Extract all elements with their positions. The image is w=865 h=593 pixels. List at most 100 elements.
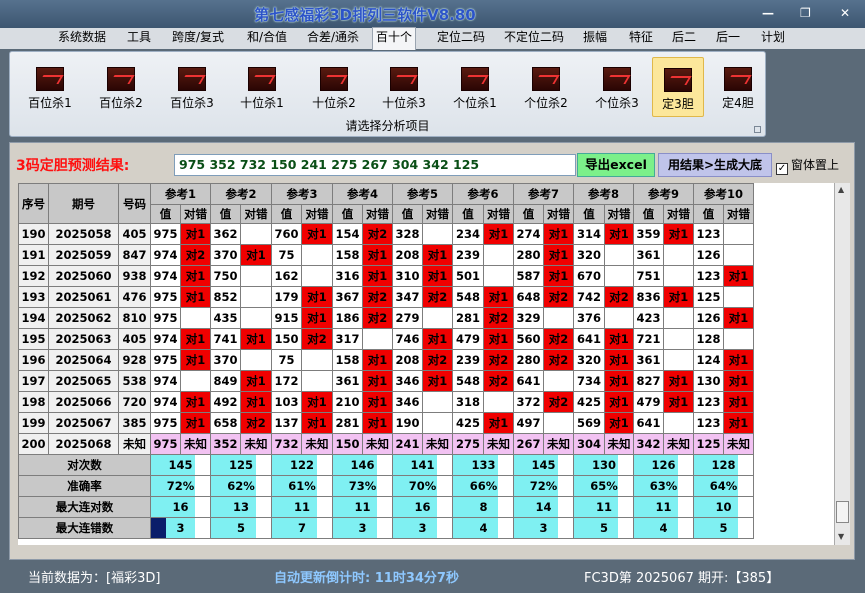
prediction-value-cell: 150 xyxy=(332,433,363,455)
table-row[interactable]: 197 2025065 538 974 849 对1 172 361 对1 346 对1 548 对2 6… xyxy=(18,370,754,392)
scroll-down-icon[interactable]: ▼ xyxy=(838,532,844,541)
ribbon-button[interactable]: 个位杀1 xyxy=(443,57,507,117)
ribbon-button[interactable]: 百位杀3 xyxy=(160,57,224,117)
ribbon-button-label: 定4胆 xyxy=(722,96,754,110)
ribbon-button[interactable]: 十位杀3 xyxy=(372,57,436,117)
table-row[interactable]: 195 2025063 405 974 对1 741 对1 150 对2 317 746 对1 479 对… xyxy=(18,328,754,350)
vertical-scrollbar[interactable]: ▲ ▼ xyxy=(834,183,850,545)
column-header[interactable]: 号码 xyxy=(118,183,151,224)
ribbon-button[interactable]: 百位杀2 xyxy=(89,57,153,117)
menu-item[interactable]: 特征 xyxy=(626,28,656,49)
ribbon-button-label: 定3胆 xyxy=(662,97,694,111)
column-header[interactable]: 序号 xyxy=(18,183,49,224)
ref-header[interactable]: 参考2 xyxy=(210,183,272,205)
table-row-next[interactable]: 200 2025068 未知 975 未知 352 未知 732 未知 150 未知 241 未知 275… xyxy=(18,433,754,455)
menu-item[interactable]: 百十个 xyxy=(372,27,416,50)
ref-header[interactable]: 参考7 xyxy=(513,183,574,205)
ref-value-cell: 741 xyxy=(210,328,241,350)
ref-result-cell: 对2 xyxy=(604,286,634,308)
row-seq: 197 xyxy=(18,370,49,392)
menu-item[interactable]: 和/合值 xyxy=(242,28,292,49)
ref-value-cell: 376 xyxy=(573,307,605,329)
sub-header-result: 对错 xyxy=(604,204,634,224)
ribbon-button[interactable]: 定4胆 xyxy=(712,57,764,117)
close-button[interactable]: ✕ xyxy=(840,6,850,20)
menu-item[interactable]: 系统数据 xyxy=(56,28,108,49)
table-row[interactable]: 199 2025067 385 975 对1 658 对2 137 对1 281 对1 190 425 对… xyxy=(18,412,754,434)
table-row[interactable]: 192 2025060 938 974 对1 750 162 316 对1 310 对1 501 587… xyxy=(18,265,754,287)
menu-item[interactable]: 后一 xyxy=(714,28,742,49)
ref-value-cell: 975 xyxy=(150,223,181,245)
table-row[interactable]: 191 2025059 847 974 对2 370 对1 75 158 对1 208 对1 239 28… xyxy=(18,244,754,266)
menu-item[interactable]: 工具 xyxy=(124,28,154,49)
table-row[interactable]: 193 2025061 476 975 对1 852 179 对1 367 对2 347 对2 548 对… xyxy=(18,286,754,308)
checkbox-check-icon[interactable]: ✓ xyxy=(776,163,788,175)
row-number: 385 xyxy=(118,412,151,434)
ref-header[interactable]: 参考5 xyxy=(392,183,453,205)
ribbon-expand-icon[interactable] xyxy=(754,126,761,133)
stats-value: 11 xyxy=(589,496,619,518)
restore-button[interactable]: ❐ xyxy=(800,6,811,20)
table-row[interactable]: 196 2025064 928 975 对1 370 75 158 对1 208 对2 239 对2 28… xyxy=(18,349,754,371)
ref-header[interactable]: 参考1 xyxy=(150,183,211,205)
menu-item[interactable]: 计划 xyxy=(758,28,788,49)
ref-result-cell: 对1 xyxy=(483,328,514,350)
ref-value-cell: 362 xyxy=(210,223,241,245)
ref-value-cell: 370 xyxy=(210,244,241,266)
ref-header[interactable]: 参考9 xyxy=(633,183,694,205)
ref-result-cell: 对1 xyxy=(723,307,754,329)
row-number: 938 xyxy=(118,265,151,287)
ribbon-button[interactable]: 个位杀2 xyxy=(514,57,578,117)
ref-header[interactable]: 参考6 xyxy=(452,183,514,205)
menu-item[interactable]: 不定位二码 xyxy=(500,28,568,49)
ref-value-cell: 361 xyxy=(332,370,363,392)
export-excel-button[interactable]: 导出excel xyxy=(577,153,655,177)
ref-value-cell: 974 xyxy=(150,265,181,287)
column-header[interactable]: 期号 xyxy=(48,183,119,224)
status-current-data: 当前数据为：[福彩3D] xyxy=(28,571,161,586)
scroll-up-icon[interactable]: ▲ xyxy=(838,185,844,194)
ref-value-cell: 75 xyxy=(271,349,302,371)
ref-header[interactable]: 参考8 xyxy=(573,183,634,205)
table-row[interactable]: 190 2025058 405 975 对1 362 760 对1 154 对2 328 234 对1 2… xyxy=(18,223,754,245)
ribbon-button[interactable]: 十位杀1 xyxy=(230,57,294,117)
unknown-result-cell: 未知 xyxy=(483,433,514,455)
table-row[interactable]: 194 2025062 810 975 435 915 对1 186 对2 279 281 对2 329… xyxy=(18,307,754,329)
row-number: 未知 xyxy=(118,433,151,455)
menu-item[interactable]: 振幅 xyxy=(580,28,610,49)
ref-result-cell: 对1 xyxy=(723,391,754,413)
ref-result-cell: 对1 xyxy=(422,265,453,287)
ref-result-cell: 对2 xyxy=(483,307,514,329)
prediction-result-field[interactable]: 975 352 732 150 241 275 267 304 342 125 xyxy=(174,154,576,176)
ref-value-cell: 239 xyxy=(452,244,484,266)
ref-value-cell: 280 xyxy=(513,349,544,371)
prediction-value-cell: 267 xyxy=(513,433,544,455)
row-seq: 192 xyxy=(18,265,49,287)
stats-value: 7 xyxy=(286,517,318,539)
prediction-label: 3码定胆预测结果: xyxy=(16,158,130,174)
menu-item[interactable]: 后二 xyxy=(670,28,698,49)
menu-item[interactable]: 定位二码 xyxy=(434,28,488,49)
ribbon-button[interactable]: 定3胆 xyxy=(652,57,704,117)
generate-base-button[interactable]: 用结果>生成大底 xyxy=(658,153,772,177)
ref-result-cell xyxy=(604,244,634,266)
ref-result-cell: 对1 xyxy=(723,370,754,392)
scrollbar-thumb[interactable] xyxy=(836,501,849,523)
ref-header[interactable]: 参考10 xyxy=(693,183,754,205)
ref-value-cell: 316 xyxy=(332,265,363,287)
ref-result-cell xyxy=(723,223,754,245)
topmost-checkbox[interactable]: ✓ 窗体置上 xyxy=(776,156,839,175)
minimize-button[interactable]: — xyxy=(762,6,774,20)
table-row[interactable]: 198 2025066 720 974 对1 492 对1 103 对1 210 对1 346 318 3… xyxy=(18,391,754,413)
ref-value-cell: 125 xyxy=(693,286,724,308)
ref-value-cell: 372 xyxy=(513,391,544,413)
ribbon-button[interactable]: 个位杀3 xyxy=(585,57,649,117)
ribbon-button[interactable]: 十位杀2 xyxy=(302,57,366,117)
ref-result-cell xyxy=(723,286,754,308)
ribbon-button[interactable]: 百位杀1 xyxy=(18,57,82,117)
menu-item[interactable]: 合差/通杀 xyxy=(304,28,362,49)
menu-item[interactable]: 跨度/复式 xyxy=(168,28,228,49)
ref-header[interactable]: 参考4 xyxy=(332,183,393,205)
stats-value: 133 xyxy=(468,454,499,476)
ref-header[interactable]: 参考3 xyxy=(271,183,333,205)
